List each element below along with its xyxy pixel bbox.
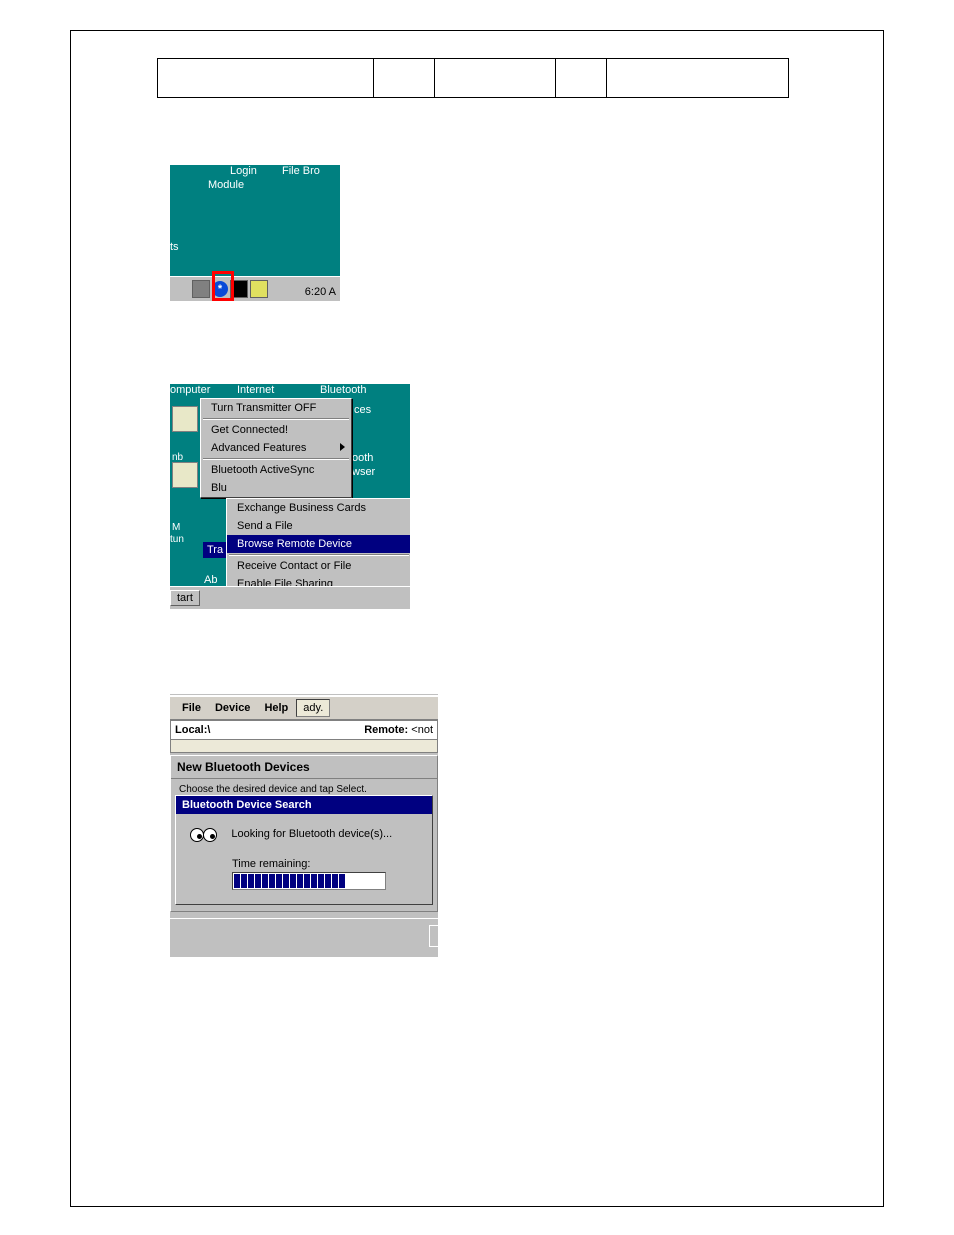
screenshot-context-menu: omputer Internet Bluetooth ces ooth wser… xyxy=(170,384,410,609)
menu-item-bluetooth-activesync[interactable]: Bluetooth ActiveSync xyxy=(201,461,351,479)
menu-item-turn-transmitter-off[interactable]: Turn Transmitter OFF xyxy=(201,399,351,417)
menu-separator xyxy=(203,458,349,460)
progress-bar xyxy=(232,872,386,890)
menu-item-get-connected[interactable]: Get Connected! xyxy=(201,421,351,439)
tray-icon[interactable] xyxy=(250,280,268,298)
menubar: File Device Help ady. xyxy=(170,695,438,720)
submenu-arrow-icon xyxy=(340,443,345,451)
menu-item-browse-remote-device[interactable]: Browse Remote Device xyxy=(227,535,410,553)
desktop-label: ces xyxy=(354,404,371,416)
menu-separator xyxy=(203,418,349,420)
desktop-icon[interactable] xyxy=(172,462,198,488)
desktop-label: wser xyxy=(352,466,375,478)
searching-label: Looking for Bluetooth device(s)... xyxy=(231,828,392,840)
menu-file[interactable]: File xyxy=(176,700,207,716)
remote-path-value: <not xyxy=(411,724,433,736)
desktop-label: Ab xyxy=(204,574,217,586)
desktop-label: Internet xyxy=(237,384,274,396)
header-table xyxy=(157,58,789,98)
time-remaining-label: Time remaining: xyxy=(232,858,422,870)
menu-item-exchange-business-cards[interactable]: Exchange Business Cards xyxy=(227,499,410,517)
bluetooth-menu: Turn Transmitter OFF Get Connected! Adva… xyxy=(200,398,352,498)
desktop-label: Bluetooth xyxy=(320,384,366,396)
searching-eyes-icon xyxy=(190,826,218,844)
desktop-label: Login xyxy=(230,165,257,177)
remote-path-label: Remote: xyxy=(364,724,408,736)
local-path-label: Local:\ xyxy=(175,724,210,736)
column-headers xyxy=(170,740,438,753)
desktop-label: tun xyxy=(170,534,184,545)
menu-item-receive-contact-or-file[interactable]: Receive Contact or File xyxy=(227,557,410,575)
desktop-label: ts xyxy=(170,241,179,253)
menu-help[interactable]: Help xyxy=(258,700,294,716)
panel-footer xyxy=(170,918,438,947)
desktop-label: Module xyxy=(208,179,244,191)
menu-item-send-a-file[interactable]: Send a File xyxy=(227,517,410,535)
screenshot-taskbar: Login Module File Bro ts * 6:20 A xyxy=(170,165,340,301)
new-bluetooth-devices-panel: New Bluetooth Devices Choose the desired… xyxy=(170,755,438,912)
status-field: ady. xyxy=(296,699,330,717)
menu-device[interactable]: Device xyxy=(209,700,256,716)
path-bar: Local:\ Remote: <not xyxy=(170,720,438,740)
taskbar: tart xyxy=(170,586,410,609)
desktop-label: nb xyxy=(172,452,183,463)
panel-subtitle: Choose the desired device and tap Select… xyxy=(171,779,437,795)
screenshot-bluetooth-browser: File Device Help ady. Local:\ Remote: <n… xyxy=(170,694,438,957)
menu-item-advanced-features[interactable]: Advanced Features xyxy=(201,439,351,457)
bluetooth-device-search-dialog: Bluetooth Device Search Looking for Blue… xyxy=(175,795,433,905)
tray-icon[interactable] xyxy=(192,280,210,298)
highlight-box xyxy=(212,271,234,301)
menu-item-truncated[interactable]: Blu xyxy=(201,479,351,497)
desktop-label: Tra xyxy=(203,542,227,558)
advanced-features-submenu: Exchange Business Cards Send a File Brow… xyxy=(226,498,410,594)
menu-separator xyxy=(229,554,409,556)
dialog-title: Bluetooth Device Search xyxy=(176,796,432,814)
desktop-label: omputer xyxy=(170,384,210,396)
start-button[interactable]: tart xyxy=(170,590,200,606)
desktop-label: ooth xyxy=(352,452,373,464)
desktop-icons-column: nb M tun xyxy=(170,400,198,587)
desktop-label: M xyxy=(172,522,180,533)
taskbar-clock: 6:20 A xyxy=(305,286,336,298)
button-edge[interactable] xyxy=(429,925,438,947)
desktop-label: File Bro xyxy=(282,165,320,177)
panel-title: New Bluetooth Devices xyxy=(171,756,437,779)
desktop-icon[interactable] xyxy=(172,406,198,432)
